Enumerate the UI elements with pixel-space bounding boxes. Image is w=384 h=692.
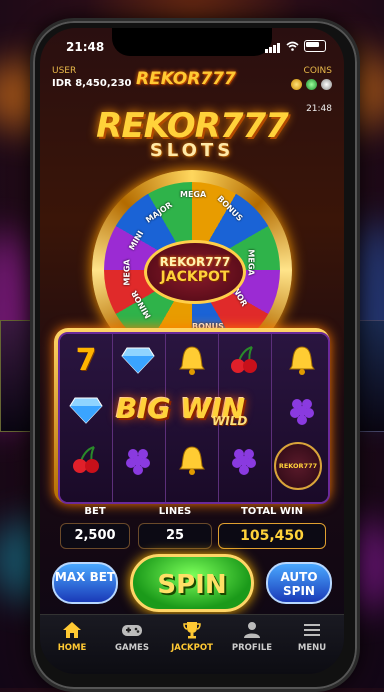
jackpot-center[interactable]: REKOR777 JACKPOT <box>144 240 246 304</box>
bet-label: BET <box>84 506 106 517</box>
wheel-segment: MEGA <box>246 249 256 276</box>
phone-screen: 21:48 USER IDR 8,450,230 REKOR777 COINS … <box>40 28 344 674</box>
game-title: REKOR777 SLOTS <box>40 106 344 161</box>
wheel-segment: MEGA <box>180 190 207 199</box>
bet-stat[interactable]: BET 2,500 <box>60 506 130 549</box>
reels-window: 7 BIG WIN WILD REKOR777 <box>58 332 330 504</box>
status-time: 21:48 <box>66 40 105 54</box>
wifi-icon <box>286 41 299 51</box>
settings-coin-icon[interactable] <box>321 79 332 90</box>
nav-label: PROFILE <box>231 643 273 653</box>
person-icon <box>244 622 260 638</box>
trophy-icon <box>183 622 201 639</box>
jackpot-label: JACKPOT <box>160 269 230 285</box>
wild-tag: WILD <box>212 414 248 428</box>
bell-symbol <box>172 340 212 380</box>
nav-item-menu[interactable]: MENU <box>282 619 342 653</box>
home-icon <box>63 622 81 638</box>
app-header: USER IDR 8,450,230 REKOR777 COINS <box>40 62 344 102</box>
lines-stat[interactable]: LINES 25 <box>138 506 212 549</box>
nav-item-profile[interactable]: PROFILE <box>222 619 282 653</box>
nav-item-games[interactable]: GAMES <box>102 619 162 653</box>
total-win-stat: TOTAL WIN 105,450 <box>218 506 326 549</box>
seven-symbol: 7 <box>75 342 97 378</box>
title-sub: SLOTS <box>149 140 235 161</box>
reels-frame: 7 BIG WIN WILD REKOR777 <box>54 328 330 504</box>
status-bar: 21:48 <box>40 28 344 62</box>
green-gem-icon <box>306 79 317 90</box>
nav-label: JACKPOT <box>171 643 213 653</box>
signal-icon <box>265 39 281 53</box>
wheel-segment: MEGA <box>122 259 132 286</box>
grape-symbol <box>282 390 322 430</box>
cherry-symbol <box>66 440 106 480</box>
bell-symbol <box>282 340 322 380</box>
menu-icon <box>304 624 320 636</box>
gamepad-icon <box>122 625 142 636</box>
gold-coin-icon <box>291 79 302 90</box>
status-icons <box>265 39 326 53</box>
spin-button[interactable]: SPIN <box>130 554 254 612</box>
auto-spin-button[interactable]: AUTO SPIN <box>266 562 332 604</box>
grape-symbol <box>118 440 158 480</box>
coins-block[interactable]: COINS <box>291 66 332 90</box>
total-win-label: TOTAL WIN <box>240 506 304 517</box>
max-bet-button[interactable]: MAX BET <box>52 562 118 604</box>
lines-label: LINES <box>158 506 192 517</box>
lines-value[interactable]: 25 <box>138 523 212 549</box>
jackpot-wheel[interactable]: MEGA BONUS MEGA MINI MAJOR MINOR MEGA MI… <box>92 170 292 370</box>
nav-item-jackpot[interactable]: JACKPOT <box>162 619 222 653</box>
nav-item-home[interactable]: HOME <box>42 619 102 653</box>
coins-label: COINS <box>303 66 332 76</box>
bell-symbol <box>172 440 212 480</box>
nav-label: GAMES <box>115 643 149 653</box>
user-block[interactable]: USER IDR 8,450,230 <box>52 66 132 89</box>
diamond-symbol <box>66 390 106 430</box>
notch <box>112 28 272 56</box>
bet-value[interactable]: 2,500 <box>60 523 130 549</box>
user-balance: IDR 8,450,230 <box>52 78 132 89</box>
app-logo: REKOR777 <box>136 69 236 89</box>
cherry-symbol <box>224 340 264 380</box>
total-win-value: 105,450 <box>218 523 326 549</box>
nav-label: HOME <box>57 643 87 653</box>
diamond-symbol <box>118 340 158 380</box>
nav-label: MENU <box>297 643 327 653</box>
bottom-nav: HOME GAMES JACKPOT PROFILE MENU <box>40 614 344 674</box>
rekor777-badge: REKOR777 <box>274 442 322 490</box>
jackpot-name: REKOR777 <box>159 255 231 269</box>
battery-icon <box>304 40 326 52</box>
user-label: USER <box>52 66 77 76</box>
grape-symbol <box>224 440 264 480</box>
